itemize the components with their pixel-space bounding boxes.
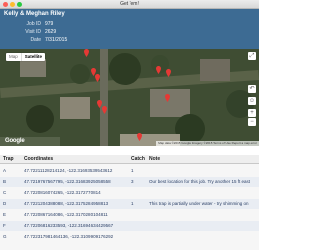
trap-coordinates: 47.7220816074265, -122.3172770814 bbox=[24, 190, 101, 195]
window-title: Get 'em! bbox=[120, 1, 139, 7]
map-type-map[interactable]: Map bbox=[6, 53, 21, 61]
trap-catch: 1 bbox=[131, 168, 134, 173]
table-row[interactable]: A 47.72211128214124, -122.31693539543612… bbox=[0, 166, 259, 176]
map-pin-icon[interactable] bbox=[165, 94, 170, 102]
table-row[interactable]: G 47.722317981464136, -122.3109909176292 bbox=[0, 232, 259, 242]
trap-id: E bbox=[3, 212, 7, 217]
header-coordinates[interactable]: Coordinates bbox=[24, 155, 53, 164]
table-row[interactable]: C 47.7220816074265, -122.3172770814 bbox=[0, 188, 259, 198]
trap-table: Trap Coordinates Catch Note A 47.7221112… bbox=[0, 155, 259, 250]
trap-id: D bbox=[3, 201, 7, 206]
trap-coordinates: 47.7221204388088, -122.3175284958813 bbox=[24, 201, 109, 206]
map-pin-icon[interactable] bbox=[166, 69, 171, 77]
table-row[interactable]: F 47.72206816233593, -122.31694634429567 bbox=[0, 221, 259, 231]
trap-catch: 1 bbox=[131, 201, 134, 206]
table-row[interactable]: D 47.7221204388088, -122.3175284958813 1… bbox=[0, 199, 259, 209]
map-pin-icon[interactable] bbox=[137, 133, 142, 141]
trap-id: F bbox=[3, 223, 6, 228]
trap-id: B bbox=[3, 179, 7, 184]
trap-coordinates: 47.722317981464136, -122.3109909176292 bbox=[24, 234, 114, 239]
zoom-in-icon[interactable]: + bbox=[248, 109, 256, 117]
date-label: Date bbox=[30, 37, 41, 43]
visit-id-value: 2629 bbox=[45, 29, 57, 35]
table-row[interactable]: E 47.7220867164086, -122.3170280104811 bbox=[0, 210, 259, 220]
visit-id-row: Visit ID 2629 bbox=[0, 29, 60, 37]
satellite-map[interactable]: Map Satellite ⤢ ↶ ☺ + − Google Map data … bbox=[0, 49, 259, 146]
trap-note: This trap is partially under water - try… bbox=[149, 201, 249, 206]
trap-id: C bbox=[3, 190, 7, 195]
trap-coordinates: 47.72206816233593, -122.31694634429567 bbox=[24, 223, 114, 228]
map-pin-icon[interactable] bbox=[102, 106, 107, 114]
table-row[interactable]: B 47.7219767567795, -122.31683925058558 … bbox=[0, 177, 259, 187]
trap-note: Our best location for this job. Try anot… bbox=[149, 179, 251, 184]
satellite-imagery bbox=[0, 49, 259, 146]
trap-catch: 3 bbox=[131, 179, 134, 184]
title-bar: Get 'em! bbox=[0, 0, 259, 9]
date-row: Date 7/31/2015 bbox=[0, 37, 67, 45]
map-attribution[interactable]: Map data ©2015 Google Imagery ©2015 Term… bbox=[156, 141, 259, 146]
map-type-satellite[interactable]: Satellite bbox=[20, 53, 45, 61]
header-catch[interactable]: Catch bbox=[131, 155, 145, 164]
map-type-control: Map Satellite bbox=[6, 53, 46, 61]
table-header: Trap Coordinates Catch Note bbox=[0, 155, 259, 164]
map-pin-icon[interactable] bbox=[95, 74, 100, 82]
job-id-row: Job ID 979 bbox=[0, 21, 60, 29]
trap-id: A bbox=[3, 168, 7, 173]
map-pin-icon[interactable] bbox=[84, 49, 89, 57]
job-id-label: Job ID bbox=[26, 21, 41, 27]
app-window: Get 'em! Kelly & Meghan Riley Job ID 979… bbox=[0, 0, 259, 250]
map-pin-icon[interactable] bbox=[156, 66, 161, 74]
pegman-icon[interactable]: ☺ bbox=[248, 97, 256, 105]
trap-coordinates: 47.7220867164086, -122.3170280104811 bbox=[24, 212, 108, 217]
visit-id-label: Visit ID bbox=[25, 29, 41, 35]
header-note[interactable]: Note bbox=[149, 155, 160, 164]
date-value: 7/31/2015 bbox=[45, 37, 68, 43]
fullscreen-icon[interactable]: ⤢ bbox=[248, 52, 256, 60]
zoom-out-icon[interactable]: − bbox=[248, 118, 256, 126]
google-logo: Google bbox=[5, 138, 25, 144]
job-id-value: 979 bbox=[45, 21, 54, 27]
rotate-icon[interactable]: ↶ bbox=[248, 85, 256, 93]
customer-names: Kelly & Meghan Riley bbox=[4, 11, 65, 17]
visit-header: Kelly & Meghan Riley Job ID 979 Visit ID… bbox=[0, 9, 259, 49]
trap-coordinates: 47.7219767567795, -122.31683925058558 bbox=[24, 179, 111, 184]
trap-coordinates: 47.72211128214124, -122.31693539543612 bbox=[24, 168, 113, 173]
header-trap[interactable]: Trap bbox=[3, 155, 14, 164]
trap-id: G bbox=[3, 234, 7, 239]
